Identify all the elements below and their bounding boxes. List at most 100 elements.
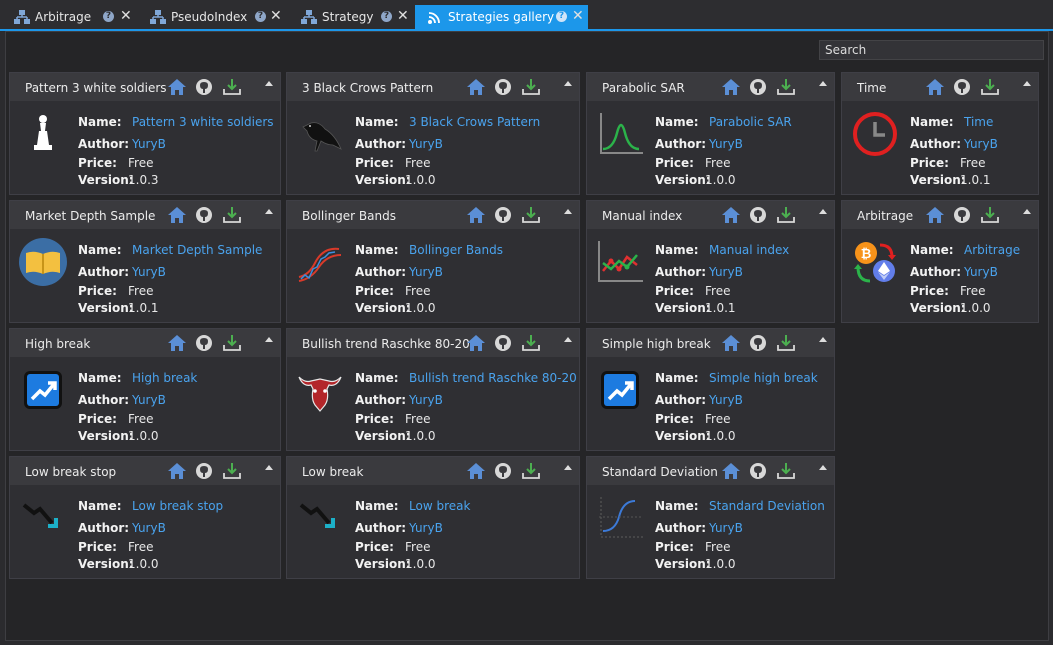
github-icon[interactable] xyxy=(748,333,768,353)
home-icon[interactable] xyxy=(721,77,741,97)
collapse-arrow-icon[interactable] xyxy=(819,337,827,342)
tab-pseudoindex[interactable]: PseudoIndex ? ✕ xyxy=(136,5,291,29)
home-icon[interactable] xyxy=(721,333,741,353)
red-clock-icon xyxy=(850,109,900,159)
strategy-name-link[interactable]: Low break stop xyxy=(132,499,223,513)
collapse-arrow-icon[interactable] xyxy=(1023,81,1031,86)
github-icon[interactable] xyxy=(493,461,513,481)
tab-strategy[interactable]: Strategy ? ✕ xyxy=(287,5,415,29)
author-link[interactable]: YuryB xyxy=(709,265,743,279)
collapse-arrow-icon[interactable] xyxy=(1023,209,1031,214)
download-icon[interactable] xyxy=(222,333,242,353)
github-icon[interactable] xyxy=(493,205,513,225)
download-icon[interactable] xyxy=(776,77,796,97)
download-icon[interactable] xyxy=(521,205,541,225)
close-icon[interactable]: ✕ xyxy=(120,8,132,24)
collapse-arrow-icon[interactable] xyxy=(819,81,827,86)
author-link[interactable]: YuryB xyxy=(964,137,998,151)
home-icon[interactable] xyxy=(925,205,945,225)
github-icon[interactable] xyxy=(194,333,214,353)
collapse-arrow-icon[interactable] xyxy=(564,81,572,86)
help-icon[interactable]: ? xyxy=(255,11,266,22)
download-icon[interactable] xyxy=(222,461,242,481)
strategy-name-link[interactable]: Arbitrage xyxy=(964,243,1020,257)
strategy-name-link[interactable]: Manual index xyxy=(709,243,789,257)
collapse-arrow-icon[interactable] xyxy=(564,337,572,342)
collapse-arrow-icon[interactable] xyxy=(265,209,273,214)
author-link[interactable]: YuryB xyxy=(132,265,166,279)
author-link[interactable]: YuryB xyxy=(132,521,166,535)
author-link[interactable]: YuryB xyxy=(132,137,166,151)
collapse-arrow-icon[interactable] xyxy=(819,209,827,214)
home-icon[interactable] xyxy=(167,333,187,353)
home-icon[interactable] xyxy=(466,461,486,481)
author-link[interactable]: YuryB xyxy=(709,137,743,151)
github-icon[interactable] xyxy=(952,77,972,97)
tab-arbitrage[interactable]: Arbitrage ? ✕ xyxy=(0,5,140,29)
github-icon[interactable] xyxy=(748,205,768,225)
download-icon[interactable] xyxy=(521,77,541,97)
download-icon[interactable] xyxy=(222,205,242,225)
author-link[interactable]: YuryB xyxy=(409,393,443,407)
author-link[interactable]: YuryB xyxy=(409,137,443,151)
strategy-name-link[interactable]: Market Depth Sample xyxy=(132,243,262,257)
home-icon[interactable] xyxy=(466,77,486,97)
download-icon[interactable] xyxy=(776,461,796,481)
download-icon[interactable] xyxy=(776,333,796,353)
author-link[interactable]: YuryB xyxy=(709,393,743,407)
strategy-name-link[interactable]: Parabolic SAR xyxy=(709,115,792,129)
help-icon[interactable]: ? xyxy=(556,11,567,22)
search-input[interactable] xyxy=(819,40,1044,60)
github-icon[interactable] xyxy=(194,205,214,225)
github-icon[interactable] xyxy=(952,205,972,225)
collapse-arrow-icon[interactable] xyxy=(819,465,827,470)
home-icon[interactable] xyxy=(721,205,741,225)
strategy-name-link[interactable]: High break xyxy=(132,371,197,385)
tab-strategies-gallery[interactable]: Strategies gallery ? ✕ xyxy=(415,5,588,29)
download-icon[interactable] xyxy=(521,461,541,481)
strategy-name-link[interactable]: Simple high break xyxy=(709,371,818,385)
github-icon[interactable] xyxy=(493,77,513,97)
author-link[interactable]: YuryB xyxy=(409,265,443,279)
home-icon[interactable] xyxy=(167,461,187,481)
strategy-name-link[interactable]: Standard Deviation xyxy=(709,499,825,513)
help-icon[interactable]: ? xyxy=(103,11,114,22)
author-link[interactable]: YuryB xyxy=(964,265,998,279)
home-icon[interactable] xyxy=(167,77,187,97)
strategy-name-link[interactable]: Time xyxy=(964,115,993,129)
github-icon[interactable] xyxy=(194,77,214,97)
author-link[interactable]: YuryB xyxy=(709,521,743,535)
download-icon[interactable] xyxy=(521,333,541,353)
github-icon[interactable] xyxy=(194,461,214,481)
price-value: Free xyxy=(405,412,431,426)
close-icon[interactable]: ✕ xyxy=(572,8,584,24)
strategy-name-link[interactable]: Low break xyxy=(409,499,470,513)
home-icon[interactable] xyxy=(925,77,945,97)
close-icon[interactable]: ✕ xyxy=(397,8,409,24)
download-icon[interactable] xyxy=(776,205,796,225)
collapse-arrow-icon[interactable] xyxy=(265,465,273,470)
strategy-name-link[interactable]: Bullish trend Raschke 80-20 xyxy=(409,371,577,385)
github-icon[interactable] xyxy=(493,333,513,353)
home-icon[interactable] xyxy=(466,205,486,225)
download-icon[interactable] xyxy=(980,77,1000,97)
github-icon[interactable] xyxy=(748,461,768,481)
home-icon[interactable] xyxy=(721,461,741,481)
github-icon[interactable] xyxy=(748,77,768,97)
download-icon[interactable] xyxy=(980,205,1000,225)
collapse-arrow-icon[interactable] xyxy=(564,209,572,214)
download-icon[interactable] xyxy=(222,77,242,97)
strategy-card: Market Depth Sample Name: Market Depth Sa… xyxy=(9,200,281,323)
author-link[interactable]: YuryB xyxy=(132,393,166,407)
author-link[interactable]: YuryB xyxy=(409,521,443,535)
collapse-arrow-icon[interactable] xyxy=(564,465,572,470)
strategy-name-link[interactable]: Bollinger Bands xyxy=(409,243,503,257)
help-icon[interactable]: ? xyxy=(381,11,392,22)
collapse-arrow-icon[interactable] xyxy=(265,337,273,342)
home-icon[interactable] xyxy=(167,205,187,225)
home-icon[interactable] xyxy=(466,333,486,353)
collapse-arrow-icon[interactable] xyxy=(265,81,273,86)
close-icon[interactable]: ✕ xyxy=(270,8,282,24)
strategy-name-link[interactable]: 3 Black Crows Pattern xyxy=(409,115,540,129)
strategy-name-link[interactable]: Pattern 3 white soldiers xyxy=(132,115,274,129)
